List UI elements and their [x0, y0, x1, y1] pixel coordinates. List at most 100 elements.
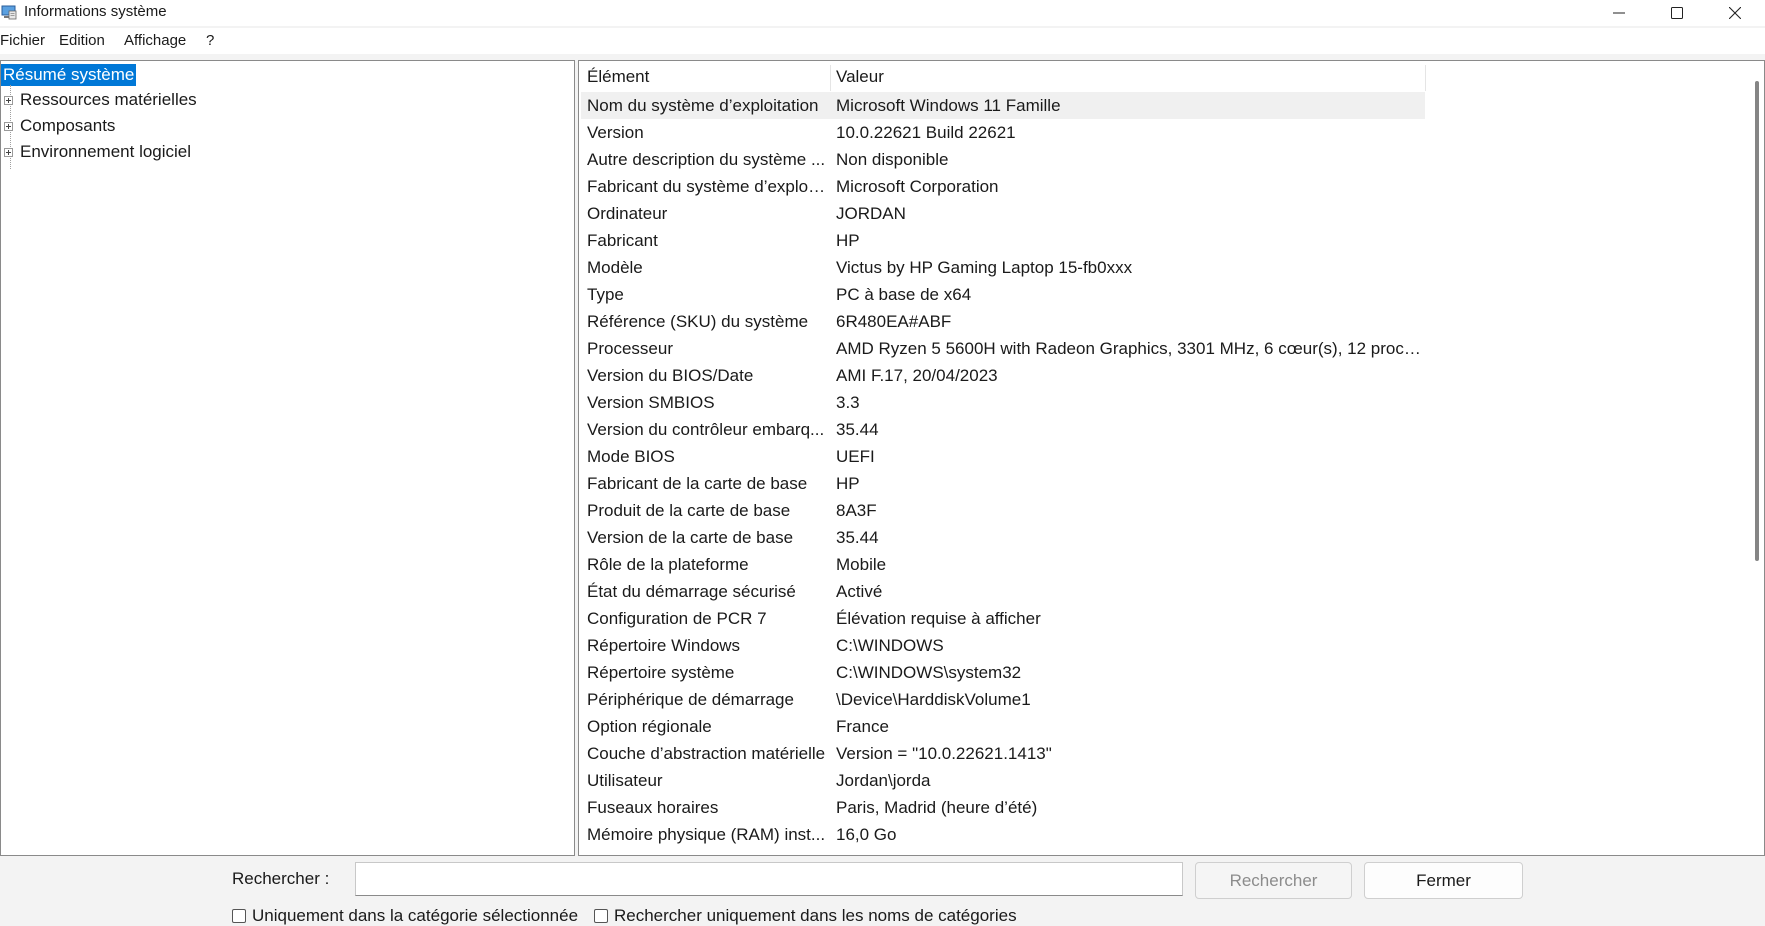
table-row[interactable]: Utilisateur Jordan\jorda	[581, 767, 1425, 794]
close-button[interactable]: Fermer	[1364, 862, 1523, 899]
table-row[interactable]: Mémoire physique (RAM) inst... 16,0 Go	[581, 821, 1425, 848]
table-row[interactable]: Fuseaux horaires Paris, Madrid (heure d’é…	[581, 794, 1425, 821]
row-element-cell: Nom du système d’exploitation	[587, 96, 819, 115]
title-bar: Informations système	[0, 0, 1765, 26]
table-row[interactable]: Répertoire système C:\WINDOWS\system32	[581, 659, 1425, 686]
row-value-cell: AMI F.17, 20/04/2023	[836, 366, 998, 385]
row-value-cell: HP	[836, 474, 860, 493]
tree-item-software-environment[interactable]: Environnement logiciel	[20, 141, 191, 163]
column-header-element[interactable]: Élément	[581, 63, 830, 91]
row-value-cell: Paris, Madrid (heure d’été)	[836, 798, 1038, 817]
row-element-cell: Fuseaux horaires	[587, 798, 719, 817]
expand-icon[interactable]	[4, 96, 13, 105]
selected-category-label: Uniquement dans la catégorie sélectionné…	[252, 906, 579, 925]
table-row[interactable]: Version du BIOS/Date AMI F.17, 20/04/2023	[581, 362, 1425, 389]
vertical-scrollbar[interactable]	[1748, 61, 1764, 855]
option-category-names[interactable]: Rechercher uniquement dans les noms de c…	[594, 906, 1017, 926]
scrollbar-thumb[interactable]	[1755, 81, 1759, 561]
row-element-cell: Référence (SKU) du système	[587, 312, 809, 331]
row-element-cell: État du démarrage sécurisé	[587, 582, 796, 601]
row-element-cell: Version	[587, 123, 644, 142]
row-element-cell: Autre description du système ...	[587, 150, 826, 169]
minimize-button[interactable]	[1590, 0, 1648, 26]
row-value-cell: 35.44	[836, 528, 879, 547]
table-row[interactable]: Fabricant de la carte de base HP	[581, 470, 1425, 497]
row-element-cell: Répertoire système	[587, 663, 735, 682]
row-element-cell: Ordinateur	[587, 204, 668, 223]
system-info-app-icon	[1, 5, 17, 20]
row-value-cell: C:\WINDOWS	[836, 636, 944, 655]
search-panel: Rechercher : Rechercher Fermer Uniquemen…	[0, 856, 1765, 925]
table-row[interactable]: État du démarrage sécurisé Activé	[581, 578, 1425, 605]
row-value-cell: JORDAN	[836, 204, 906, 223]
row-value-cell: PC à base de x64	[836, 285, 972, 304]
row-element-cell: Périphérique de démarrage	[587, 690, 794, 709]
table-row[interactable]: Couche d’abstraction matérielle Version =…	[581, 740, 1425, 767]
minimize-icon	[1613, 12, 1625, 14]
row-element-cell: Répertoire Windows	[587, 636, 741, 655]
tree-item-hardware-resources[interactable]: Ressources matérielles	[20, 89, 197, 111]
table-row[interactable]: Version SMBIOS 3.3	[581, 389, 1425, 416]
menu-file[interactable]: Fichier	[0, 32, 45, 50]
table-row[interactable]: Version de la carte de base 35.44	[581, 524, 1425, 551]
search-button[interactable]: Rechercher	[1195, 862, 1352, 899]
row-value-cell: \Device\HarddiskVolume1	[836, 690, 1031, 709]
row-value-cell: Microsoft Windows 11 Famille	[836, 96, 1061, 115]
row-value-cell: Version = "10.0.22621.1413"	[836, 744, 1052, 763]
table-row[interactable]: Ordinateur JORDAN	[581, 200, 1425, 227]
table-row[interactable]: Modèle Victus by HP Gaming Laptop 15-fb0x…	[581, 254, 1425, 281]
expand-icon[interactable]	[4, 148, 13, 157]
row-value-cell: 3.3	[836, 393, 860, 412]
table-row[interactable]: Fabricant HP	[581, 227, 1425, 254]
search-label: Rechercher :	[232, 869, 330, 888]
menu-bar: Fichier Edition Affichage ?	[0, 28, 1765, 54]
table-row[interactable]: Rôle de la plateforme Mobile	[581, 551, 1425, 578]
row-value-cell: HP	[836, 231, 860, 250]
row-value-cell: 10.0.22621 Build 22621	[836, 123, 1016, 142]
row-value-cell: 16,0 Go	[836, 825, 897, 844]
row-value-cell: 35.44	[836, 420, 879, 439]
table-row[interactable]: Processeur AMD Ryzen 5 5600H with Radeon …	[581, 335, 1425, 362]
row-element-cell: Produit de la carte de base	[587, 501, 791, 520]
table-row[interactable]: Fabricant du système d’exploit... Microso…	[581, 173, 1425, 200]
table-row[interactable]: Mode BIOS UEFI	[581, 443, 1425, 470]
table-row[interactable]: Version 10.0.22621 Build 22621	[581, 119, 1425, 146]
expand-icon[interactable]	[4, 122, 13, 131]
row-element-cell: Fabricant de la carte de base	[587, 474, 808, 493]
table-row[interactable]: Nom du système d’exploitation Microsoft W…	[581, 92, 1425, 119]
search-input[interactable]	[355, 862, 1183, 896]
table-row[interactable]: Type PC à base de x64	[581, 281, 1425, 308]
list-header: Élément Valeur	[581, 63, 1764, 91]
option-selected-category[interactable]: Uniquement dans la catégorie sélectionné…	[232, 906, 578, 926]
menu-help[interactable]: ?	[206, 32, 214, 50]
maximize-button[interactable]	[1648, 0, 1706, 26]
column-header-value[interactable]: Valeur	[830, 63, 1425, 91]
details-list[interactable]: Élément Valeur Nom du système d’exploita…	[578, 60, 1765, 856]
table-row[interactable]: Version du contrôleur embarq... 35.44	[581, 416, 1425, 443]
row-element-cell: Modèle	[587, 258, 643, 277]
row-element-cell: Version de la carte de base	[587, 528, 794, 547]
row-element-cell: Mode BIOS	[587, 447, 675, 466]
row-element-cell: Fabricant	[587, 231, 658, 250]
table-row[interactable]: Produit de la carte de base 8A3F	[581, 497, 1425, 524]
tree-item-components[interactable]: Composants	[20, 115, 115, 137]
table-row[interactable]: Autre description du système ... Non disp…	[581, 146, 1425, 173]
table-row[interactable]: Périphérique de démarrage \Device\Harddis…	[581, 686, 1425, 713]
menu-view[interactable]: Affichage	[124, 32, 186, 50]
row-element-cell: Version SMBIOS	[587, 393, 715, 412]
row-element-cell: Option régionale	[587, 717, 712, 736]
table-row[interactable]: Option régionale France	[581, 713, 1425, 740]
table-row[interactable]: Répertoire Windows C:\WINDOWS	[581, 632, 1425, 659]
table-row[interactable]: Configuration de PCR 7 Élévation requise …	[581, 605, 1425, 632]
column-separator[interactable]	[1425, 65, 1426, 91]
table-row[interactable]: Référence (SKU) du système 6R480EA#ABF	[581, 308, 1425, 335]
category-tree[interactable]: Résumé système Ressources matérielles Co…	[0, 60, 575, 856]
row-value-cell: Non disponible	[836, 150, 949, 169]
tree-item-system-summary[interactable]: Résumé système	[1, 64, 137, 86]
row-value-cell: Victus by HP Gaming Laptop 15-fb0xxx	[836, 258, 1133, 277]
row-value-cell: 8A3F	[836, 501, 877, 520]
close-window-button[interactable]	[1706, 0, 1764, 26]
menu-edit[interactable]: Edition	[59, 32, 105, 50]
row-element-cell: Version du BIOS/Date	[587, 366, 754, 385]
row-element-cell: Rôle de la plateforme	[587, 555, 749, 574]
